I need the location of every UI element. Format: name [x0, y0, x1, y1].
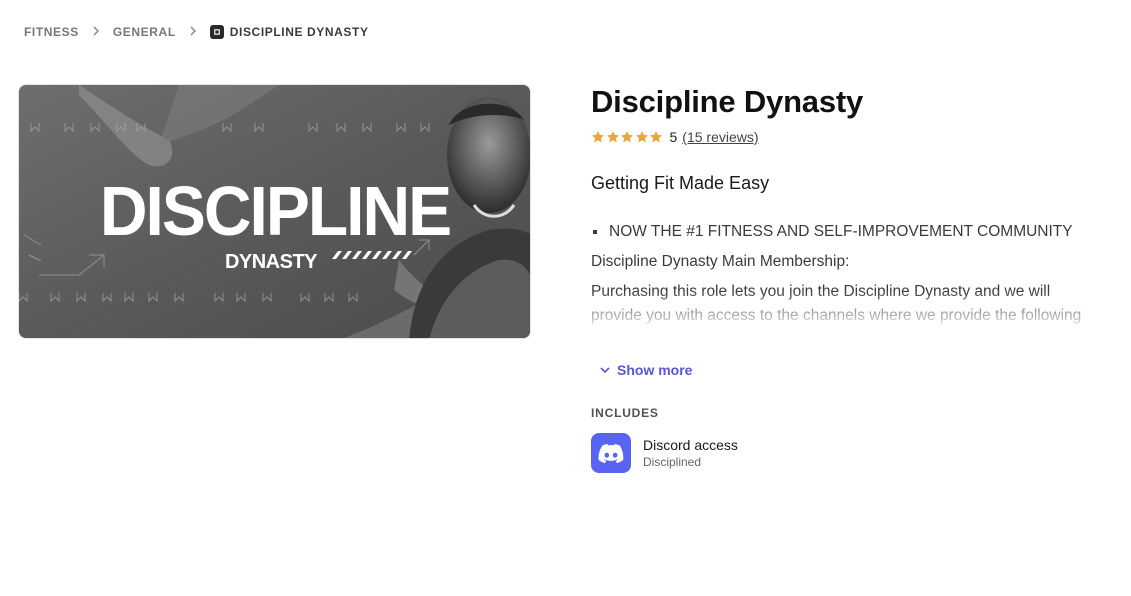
star-rating	[591, 130, 664, 144]
include-subtitle: Disciplined	[643, 455, 702, 469]
bullet-icon	[593, 230, 597, 234]
breadcrumb-current: DISCIPLINE DYNASTY	[209, 25, 369, 39]
product-hero-image: DISCIPLINE DYNASTY	[18, 84, 531, 339]
product-tagline: Getting Fit Made Easy	[591, 173, 770, 193]
description-line-1: Discipline Dynasty Main Membership:	[591, 253, 850, 270]
star-icon	[649, 131, 663, 143]
star-icon	[606, 131, 619, 143]
chevron-right-icon	[184, 25, 202, 39]
includes-heading: INCLUDES	[591, 406, 659, 420]
product-title: Discipline Dynasty	[591, 84, 864, 119]
discipline-dynasty-logo-icon	[209, 25, 224, 39]
breadcrumb-current-label: DISCIPLINE DYNASTY	[229, 25, 369, 39]
hero-title-text: DISCIPLINE	[100, 174, 450, 251]
include-item-discord: Discord access Disciplined	[591, 433, 738, 473]
show-more-label: Show more	[617, 362, 693, 378]
star-icon	[591, 131, 605, 143]
chevron-down-icon	[600, 367, 610, 374]
star-icon	[620, 131, 634, 143]
chevron-right-icon	[87, 25, 105, 39]
breadcrumb: FITNESS GENERAL DISCIPLINE DYNASTY	[24, 24, 369, 40]
rating-row: 5 (15 reviews)	[591, 129, 759, 145]
description-bullet-text: NOW THE #1 FITNESS AND SELF-IMPROVEMENT …	[609, 223, 1073, 240]
product-description: NOW THE #1 FITNESS AND SELF-IMPROVEMENT …	[591, 220, 1101, 348]
star-icon	[635, 131, 648, 143]
reviews-link[interactable]: (15 reviews)	[682, 129, 758, 145]
breadcrumb-general[interactable]: GENERAL	[113, 25, 176, 39]
hero-subtitle-text: DYNASTY	[225, 251, 318, 273]
discord-icon	[591, 433, 631, 473]
rating-value: 5	[669, 129, 678, 145]
include-text: Discord access Disciplined	[643, 437, 738, 469]
description-bullet: NOW THE #1 FITNESS AND SELF-IMPROVEMENT …	[591, 220, 1101, 244]
show-more-button[interactable]: Show more	[599, 362, 692, 378]
breadcrumb-fitness[interactable]: FITNESS	[24, 25, 79, 39]
hero-artwork: DISCIPLINE DYNASTY	[19, 85, 530, 338]
description-line-2: Purchasing this role lets you join the D…	[591, 283, 1082, 324]
include-name: Discord access	[643, 437, 738, 453]
